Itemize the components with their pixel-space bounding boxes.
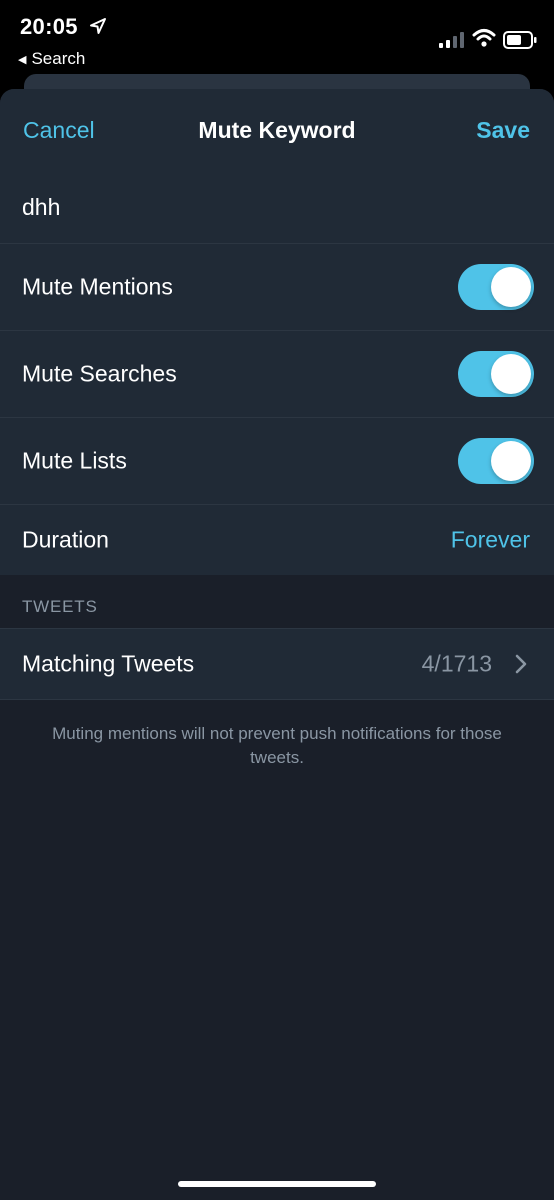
mute-settings-group: Mute Mentions Mute Searches Mute Lists D… — [0, 171, 554, 575]
mute-searches-toggle[interactable] — [458, 351, 534, 397]
toggle-knob — [491, 354, 531, 394]
screen: 20:05 ◀ Search Cancel Mute Keyword Save … — [0, 0, 554, 1200]
status-bar: 20:05 ◀ Search — [0, 0, 554, 80]
matching-tweets-row[interactable]: Matching Tweets 4/1713 — [0, 628, 554, 700]
mute-mentions-row: Mute Mentions — [0, 244, 554, 331]
toggle-knob — [491, 267, 531, 307]
duration-label: Duration — [22, 526, 109, 553]
mute-lists-label: Mute Lists — [22, 447, 127, 474]
cellular-signal-icon — [439, 32, 464, 48]
location-arrow-icon — [90, 18, 106, 34]
tweets-section-header: TWEETS — [22, 597, 98, 616]
mute-searches-row: Mute Searches — [0, 331, 554, 418]
back-to-app-link[interactable]: ◀ Search — [18, 49, 85, 69]
mute-searches-label: Mute Searches — [22, 360, 177, 387]
mute-mentions-label: Mute Mentions — [22, 273, 173, 300]
toggle-knob — [491, 441, 531, 481]
mute-lists-toggle[interactable] — [458, 438, 534, 484]
mute-mentions-toggle[interactable] — [458, 264, 534, 310]
page-title: Mute Keyword — [198, 117, 356, 143]
mute-keyword-sheet: Cancel Mute Keyword Save Mute Mentions M… — [0, 89, 554, 1200]
save-button[interactable]: Save — [476, 117, 530, 144]
keyword-row — [0, 171, 554, 244]
keyword-input[interactable] — [22, 171, 522, 243]
back-caret-icon: ◀ — [18, 53, 27, 66]
chevron-right-icon — [515, 654, 527, 674]
back-app-label: Search — [31, 49, 86, 68]
matching-tweets-count: 4/1713 — [421, 650, 492, 677]
battery-icon — [503, 31, 537, 49]
nav-bar: Cancel Mute Keyword Save — [0, 89, 554, 172]
duration-value[interactable]: Forever — [451, 527, 530, 554]
mute-lists-row: Mute Lists — [0, 418, 554, 505]
home-indicator — [178, 1181, 376, 1187]
footer-note: Muting mentions will not prevent push no… — [52, 724, 502, 767]
wifi-icon — [472, 29, 496, 47]
matching-tweets-label: Matching Tweets — [22, 650, 195, 677]
duration-row[interactable]: Duration Forever — [0, 505, 554, 575]
status-time: 20:05 — [20, 14, 78, 39]
